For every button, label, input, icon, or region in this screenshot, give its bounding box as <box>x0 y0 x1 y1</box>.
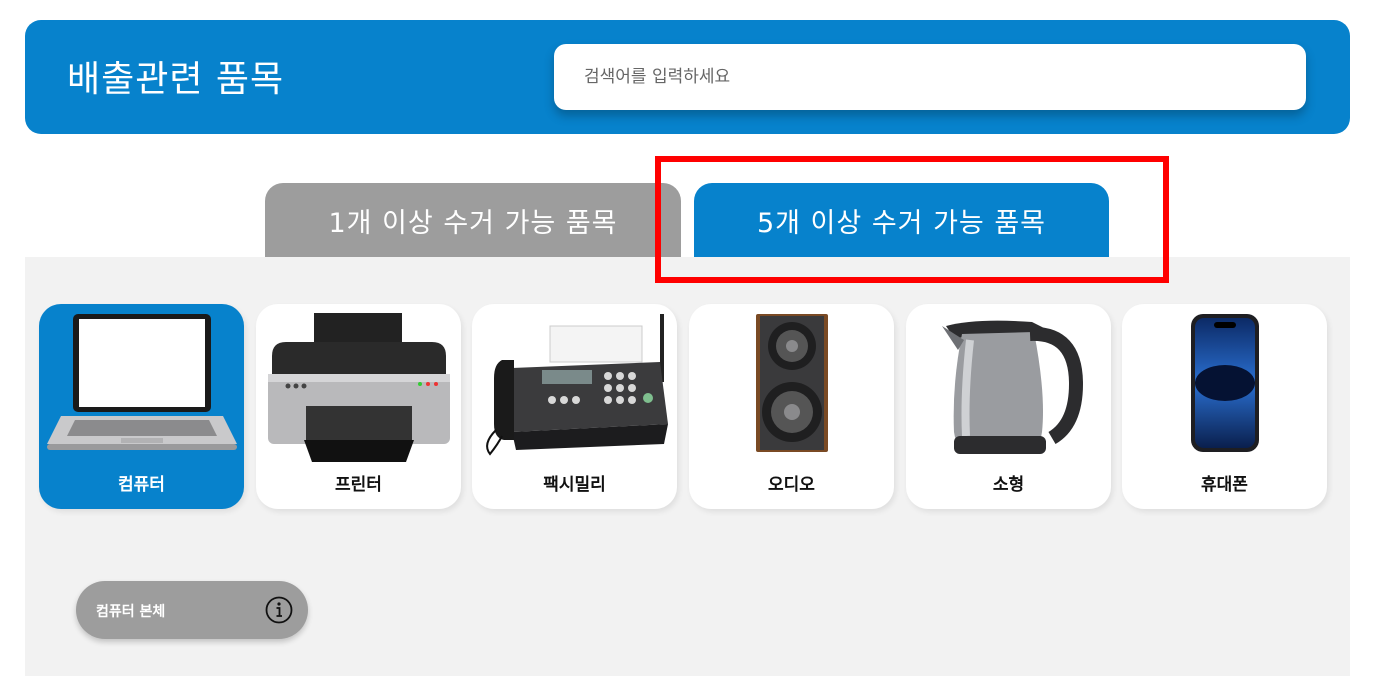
search-input[interactable] <box>554 44 1306 110</box>
category-label: 팩시밀리 <box>543 475 606 495</box>
category-card-fax[interactable]: 팩시밀리 <box>472 304 677 509</box>
kettle-icon <box>942 320 1084 454</box>
category-label: 오디오 <box>768 475 815 495</box>
subitem-label: 컴퓨터 본체 <box>96 604 166 620</box>
category-label: 프린터 <box>335 475 382 495</box>
smartphone-icon <box>1191 314 1259 452</box>
subitem-chip-computer-body[interactable]: 컴퓨터 본체 <box>76 581 308 639</box>
category-card-audio[interactable]: 오디오 <box>689 304 894 509</box>
category-label: 컴퓨터 <box>118 475 165 495</box>
category-card-mobile-phone[interactable]: 휴대폰 <box>1122 304 1327 509</box>
header-bar: 배출관련 품목 <box>25 20 1350 134</box>
tab-label: 1개 이상 수거 가능 품목 <box>328 208 618 239</box>
laptop-icon <box>47 314 237 450</box>
page-title: 배출관련 품목 <box>67 59 285 100</box>
category-label: 휴대폰 <box>1201 475 1248 495</box>
tab-5plus-items[interactable]: 5개 이상 수거 가능 품목 <box>694 183 1109 258</box>
category-card-small-appliance[interactable]: 소형 <box>906 304 1111 509</box>
speaker-icon <box>756 314 828 452</box>
tab-1plus-items[interactable]: 1개 이상 수거 가능 품목 <box>265 183 681 258</box>
tab-label: 5개 이상 수거 가능 품목 <box>756 208 1047 239</box>
info-icon[interactable] <box>264 595 294 625</box>
fax-icon <box>486 314 668 456</box>
category-label: 소형 <box>992 475 1025 495</box>
category-card-printer[interactable]: 프린터 <box>256 304 461 509</box>
printer-icon <box>268 313 450 462</box>
category-card-computer[interactable]: 컴퓨터 <box>39 304 244 509</box>
